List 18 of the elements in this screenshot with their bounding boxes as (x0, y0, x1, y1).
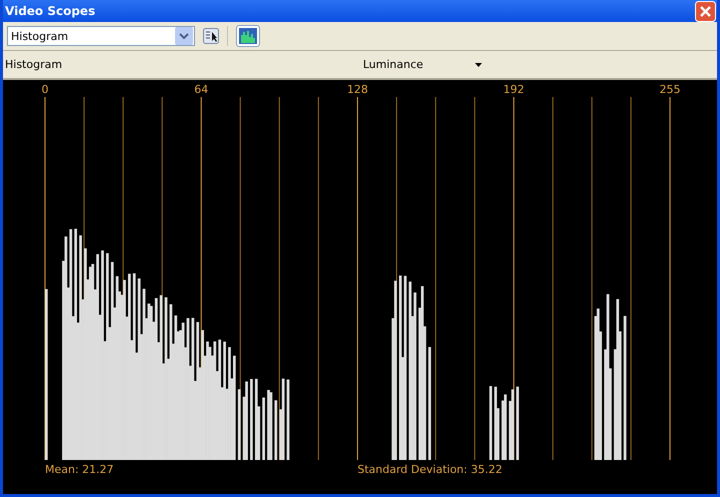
scope-select[interactable]: Histogram (7, 26, 195, 46)
channel-dropdown[interactable]: Luminance (363, 58, 482, 71)
histogram-bar (274, 400, 278, 460)
window-title: Video Scopes (5, 4, 96, 18)
axis-label: 0 (42, 83, 48, 96)
close-icon[interactable] (695, 0, 716, 22)
axis-label: 255 (660, 83, 680, 96)
stat-text: Standard Deviation: 35.22 (358, 463, 502, 476)
scope-title: Histogram (5, 58, 64, 71)
histogram-button[interactable] (236, 25, 260, 47)
histogram-bar (238, 389, 241, 460)
pointer-icon[interactable] (203, 28, 219, 44)
stat-text: Mean: 21.27 (45, 463, 114, 476)
histogram-bar (262, 398, 266, 460)
caret-icon (475, 62, 482, 66)
axis-label: 192 (503, 83, 524, 96)
axis-label: 128 (347, 83, 368, 96)
axis-label: 64 (194, 83, 208, 96)
